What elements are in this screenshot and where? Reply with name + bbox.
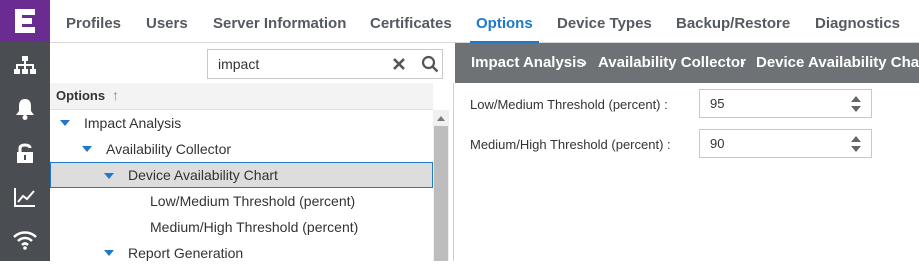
expand-caret-icon[interactable] — [104, 173, 114, 179]
clear-x-icon[interactable] — [392, 57, 406, 71]
tab-backup-restore[interactable]: Backup/Restore — [676, 0, 790, 43]
tab-server-information[interactable]: Server Information — [213, 0, 346, 43]
tab-device-types[interactable]: Device Types — [557, 0, 652, 43]
scrollbar-thumb[interactable] — [434, 126, 448, 261]
tab-profiles[interactable]: Profiles — [66, 0, 121, 43]
security-lock-icon[interactable] — [0, 131, 50, 175]
expand-caret-icon[interactable] — [104, 250, 114, 256]
tree-item-label: Availability Collector — [106, 141, 232, 157]
extreme-logo-icon[interactable] — [0, 0, 50, 42]
search-row — [50, 43, 454, 83]
low-medium-threshold-input[interactable] — [700, 90, 840, 117]
tree-item-label: Medium/High Threshold (percent) — [150, 219, 359, 235]
tab-certificates[interactable]: Certificates — [370, 0, 452, 43]
sort-ascending-icon: ↑ — [112, 87, 119, 103]
spin-down-icon[interactable] — [851, 106, 861, 112]
tab-diagnostics[interactable]: Diagnostics — [815, 0, 900, 43]
search-box — [207, 49, 443, 79]
medium-high-threshold-input[interactable] — [700, 130, 840, 157]
breadcrumb-item[interactable]: Device Availability Chart — [756, 54, 919, 71]
nav-rail — [0, 0, 50, 261]
tab-users[interactable]: Users — [146, 0, 188, 43]
low-medium-threshold-label: Low/Medium Threshold (percent) : — [470, 97, 668, 112]
tree-item-low-medium-threshold[interactable]: Low/Medium Threshold (percent) — [50, 188, 433, 214]
tree-item-device-availability-chart[interactable]: Device Availability Chart — [50, 162, 433, 188]
tree-scrollbar[interactable] — [433, 110, 449, 261]
tree-item-medium-high-threshold[interactable]: Medium/High Threshold (percent) — [50, 214, 433, 240]
options-tree-panel: Options ↑ Impact Analysis Availability C… — [50, 43, 454, 261]
search-icon[interactable] — [421, 55, 439, 73]
breadcrumb-separator-icon: › — [740, 54, 745, 71]
top-tab-bar: Profiles Users Server Information Certif… — [50, 0, 919, 43]
tree-column-header[interactable]: Options ↑ — [50, 83, 433, 110]
medium-high-threshold-label: Medium/High Threshold (percent) : — [470, 137, 671, 152]
breadcrumb-separator-icon: › — [582, 54, 587, 71]
search-input[interactable] — [208, 50, 378, 78]
tree-item-label: Device Availability Chart — [128, 167, 278, 183]
alarms-bell-icon[interactable] — [0, 87, 50, 131]
wireless-icon[interactable] — [0, 218, 50, 262]
number-spinner[interactable] — [850, 136, 862, 152]
expand-caret-icon[interactable] — [60, 120, 70, 126]
tree-item-report-generation[interactable]: Report Generation — [50, 240, 433, 266]
tree-header-title: Options — [56, 88, 106, 103]
network-topology-icon[interactable] — [0, 44, 50, 88]
number-spinner[interactable] — [850, 96, 862, 112]
scroll-up-arrow-icon[interactable] — [437, 116, 445, 121]
breadcrumb: Impact Analysis › Availability Collector… — [455, 43, 919, 83]
analytics-chart-icon[interactable] — [0, 175, 50, 219]
tab-options[interactable]: Options — [470, 0, 539, 43]
tree-item-label: Impact Analysis — [84, 115, 182, 131]
medium-high-threshold-field — [699, 129, 872, 158]
tree-item-availability-collector[interactable]: Availability Collector — [50, 136, 433, 162]
expand-caret-icon[interactable] — [82, 146, 92, 152]
breadcrumb-item[interactable]: Impact Analysis — [471, 54, 585, 71]
tree-item-label: Report Generation — [128, 245, 244, 261]
spin-down-icon[interactable] — [851, 146, 861, 152]
spin-up-icon[interactable] — [851, 136, 861, 142]
breadcrumb-item[interactable]: Availability Collector — [598, 54, 746, 71]
tree-item-label: Low/Medium Threshold (percent) — [150, 193, 356, 209]
spin-up-icon[interactable] — [851, 96, 861, 102]
low-medium-threshold-field — [699, 89, 872, 118]
tree-item-impact-analysis[interactable]: Impact Analysis — [50, 110, 433, 136]
